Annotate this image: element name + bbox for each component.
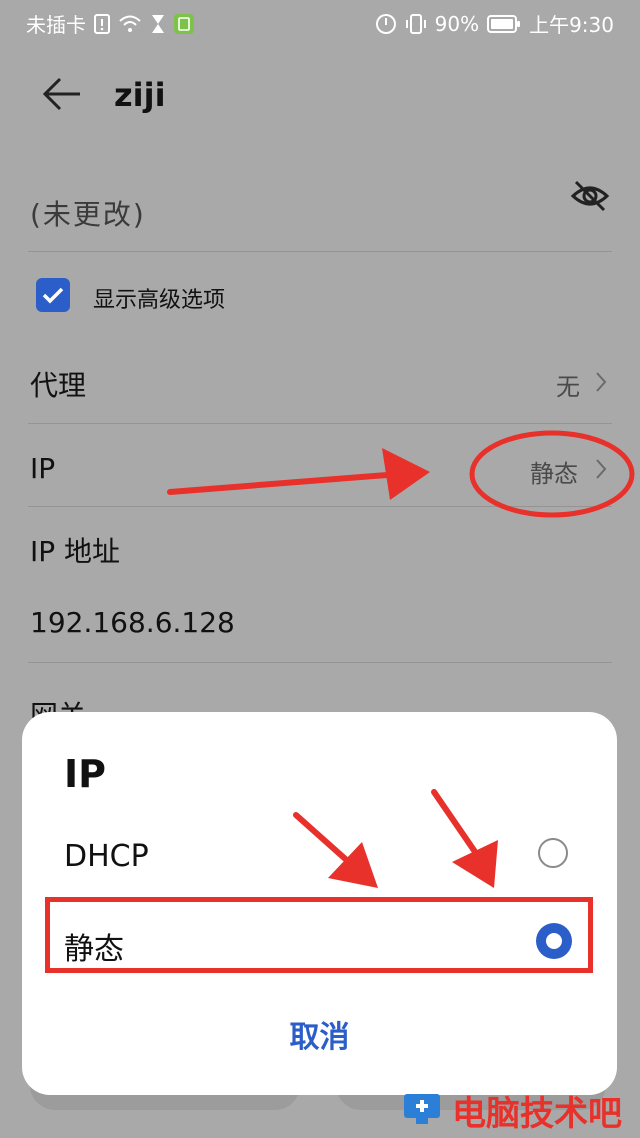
ip-address-label: IP 地址 [30,535,121,568]
option-dhcp[interactable]: DHCP [22,817,617,897]
vibrate-icon [405,13,426,34]
advanced-options-label: 显示高级选项 [93,288,226,313]
cancel-button[interactable]: 取消 [22,1012,617,1056]
sim-alert-icon [94,13,110,34]
page-title: ziji [114,76,166,114]
arrow-left-icon [42,77,80,111]
chevron-right-icon [596,372,607,392]
ip-setting-label: IP [30,452,56,485]
radio-dhcp[interactable] [538,838,568,868]
wifi-icon [119,15,141,32]
eye-off-icon [570,180,610,212]
clock: 上午9:30 [529,13,614,37]
status-right: 90% 上午9:30 [375,9,614,38]
checkmark-icon [42,287,64,304]
divider [28,506,612,507]
proxy-value: 无 [556,373,580,401]
eye-comfort-icon [375,13,396,34]
carrier-text: 未插卡 [26,13,86,37]
watermark-logo-icon [404,1094,440,1124]
watermark-brand: 电脑技术吧 [452,1094,622,1134]
ip-address-field[interactable]: 192.168.6.128 [30,606,235,639]
hourglass-icon [152,14,164,33]
status-bar: 未插卡 90% 上午9:30 [0,0,640,44]
back-button[interactable] [40,74,84,114]
annotation-highlight-box [45,897,593,973]
divider [28,662,612,663]
chevron-right-icon [596,459,607,479]
divider [28,251,612,252]
password-field[interactable]: (未更改) [30,193,146,233]
divider [28,423,612,424]
proxy-row[interactable]: 代理 无 [0,350,640,416]
dialog-title: IP [64,752,106,796]
proxy-label: 代理 [30,369,87,402]
ip-setting-value: 静态 [530,460,578,488]
battery-percent: 90% [434,11,480,36]
ip-setting-row[interactable]: IP 静态 [0,436,640,502]
advanced-options-checkbox[interactable] [36,278,70,312]
app-notification-icon [174,13,194,34]
option-dhcp-label: DHCP [64,839,149,874]
status-left: 未插卡 [26,9,194,38]
battery-icon [487,14,521,33]
toggle-password-visibility[interactable] [570,178,610,214]
